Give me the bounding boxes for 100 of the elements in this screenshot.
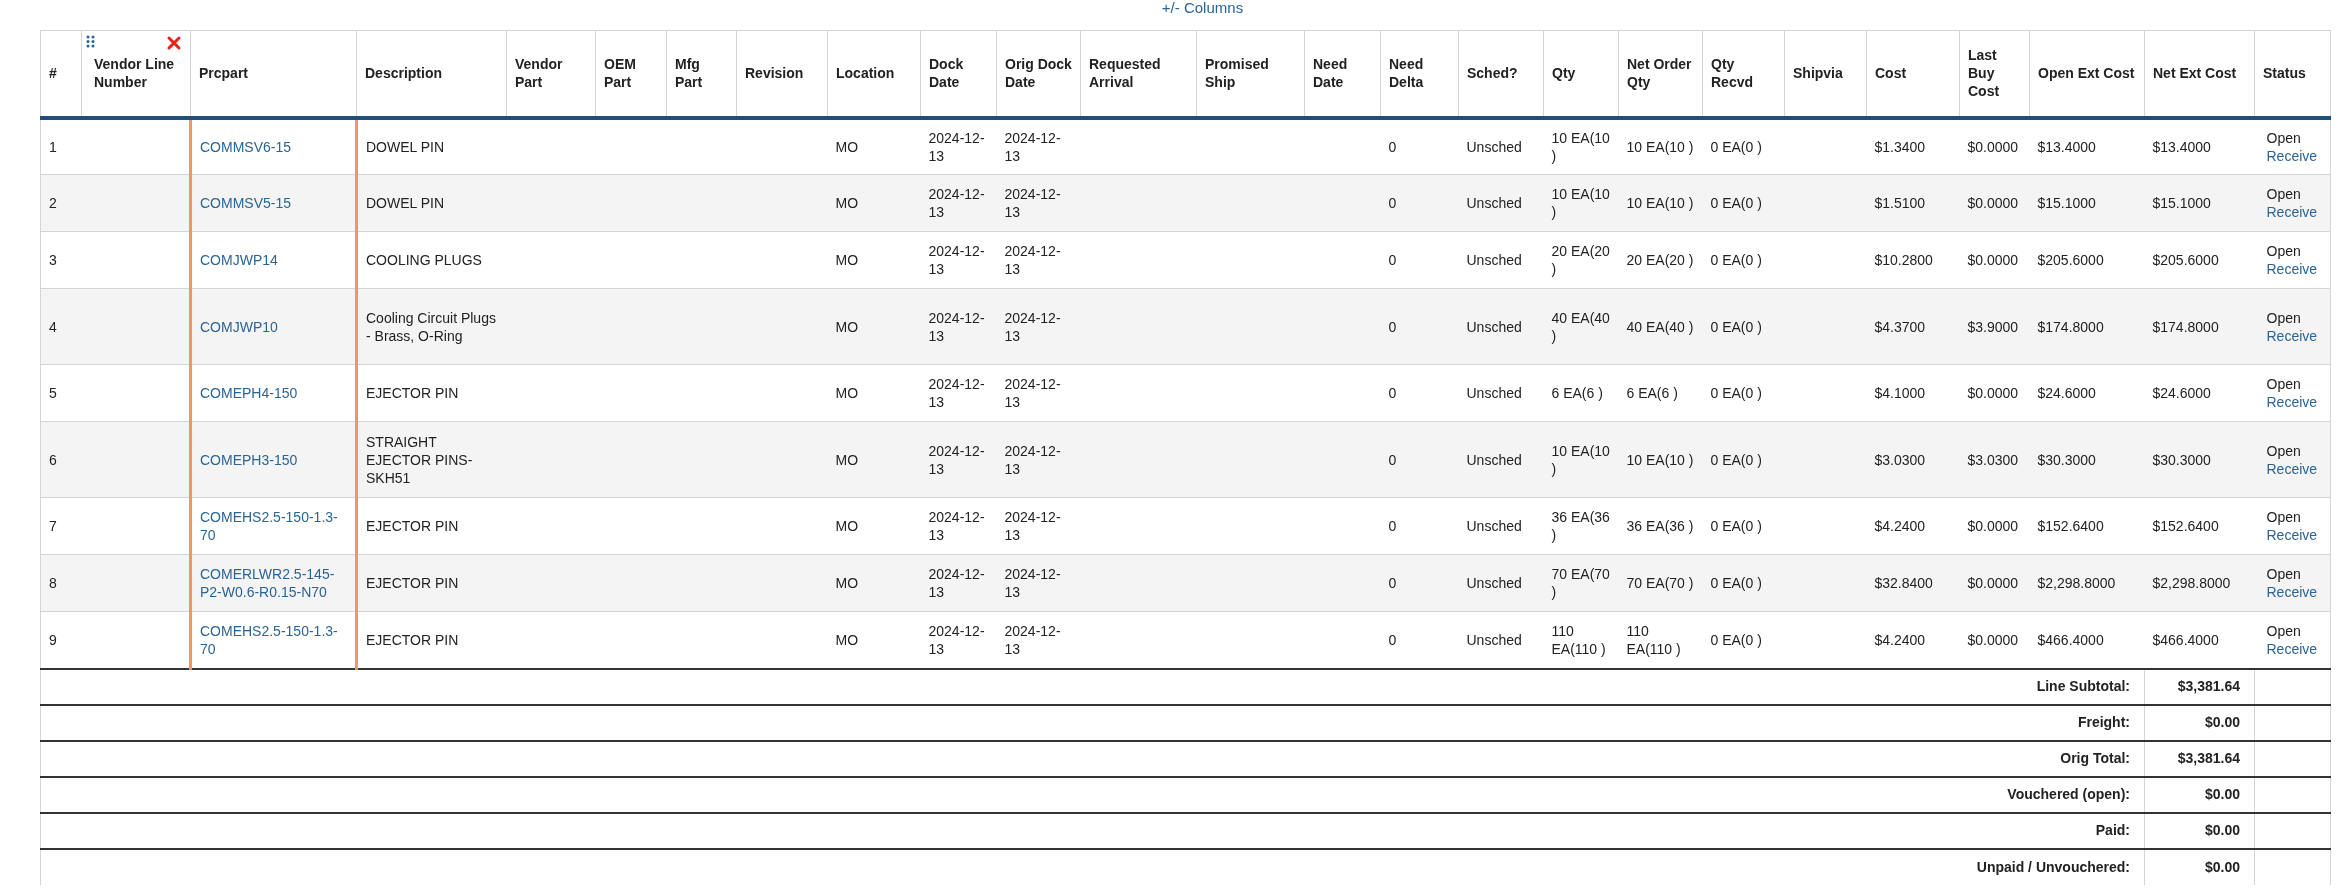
- status-text: Open: [2266, 375, 2302, 393]
- table-cell: 20 EA(20 ): [1543, 231, 1619, 289]
- table-cell: DOWEL PIN: [356, 117, 507, 175]
- table-cell: $30.3000: [2144, 421, 2255, 498]
- table-cell: $2,298.8000: [2144, 554, 2255, 612]
- receive-link[interactable]: Receive: [2266, 146, 2318, 165]
- table-cell: $24.6000: [2144, 364, 2255, 422]
- table-cell: 2024-12-13: [920, 288, 997, 365]
- table-cell: 0 EA(0 ): [1702, 611, 1785, 669]
- table-cell: MO: [827, 364, 921, 422]
- total-value: $0.00: [2144, 812, 2255, 849]
- table-cell: 4: [40, 288, 82, 365]
- table-cell: 8: [40, 554, 82, 612]
- receive-link[interactable]: Receive: [2266, 583, 2318, 601]
- table-cell: $0.0000: [1959, 554, 2030, 612]
- receive-link[interactable]: Receive: [2266, 526, 2318, 544]
- table-cell: 2024-12-13: [996, 611, 1081, 669]
- table-cell: 10 EA(10 ): [1618, 421, 1703, 498]
- status-text: Open: [2266, 308, 2302, 327]
- table-cell: $0.0000: [1959, 364, 2030, 422]
- table-cell: $0.0000: [1959, 497, 2030, 555]
- table-cell: 0: [1380, 421, 1459, 498]
- table-cell: EJECTOR PIN: [356, 611, 507, 669]
- table-cell: 0 EA(0 ): [1702, 421, 1785, 498]
- table-cell: $1.5100: [1866, 174, 1960, 232]
- table-cell: MO: [827, 611, 921, 669]
- table-cell: 0: [1380, 497, 1459, 555]
- table-cell: 36 EA(36 ): [1618, 497, 1703, 555]
- table-cell: $15.1000: [2144, 174, 2255, 232]
- table-cell: $0.0000: [1959, 231, 2030, 289]
- table-cell: Unsched: [1458, 497, 1544, 555]
- table-cell: Unsched: [1458, 174, 1544, 232]
- column-header[interactable]: #: [40, 30, 82, 118]
- table-cell: 0: [1380, 231, 1459, 289]
- total-label: Orig Total:: [40, 740, 2145, 777]
- table-cell: 6 EA(6 ): [1543, 364, 1619, 422]
- table-cell: $205.6000: [2144, 231, 2255, 289]
- table-cell: 0: [1380, 611, 1459, 669]
- table-cell: 0: [1380, 364, 1459, 422]
- table-cell: STRAIGHT EJECTOR PINS-SKH51: [356, 421, 507, 498]
- total-label: Vouchered (open):: [40, 776, 2145, 813]
- table-cell: 0 EA(0 ): [1702, 497, 1785, 555]
- table-cell: MO: [827, 554, 921, 612]
- table-cell: $4.1000: [1866, 364, 1960, 422]
- table-cell: $152.6400: [2029, 497, 2145, 555]
- table-cell: $4.3700: [1866, 288, 1960, 365]
- table-cell: $174.8000: [2029, 288, 2145, 365]
- status-text: Open: [2266, 242, 2302, 260]
- table-cell: 6: [40, 421, 82, 498]
- table-cell: Unsched: [1458, 231, 1544, 289]
- receive-link[interactable]: Receive: [2266, 260, 2318, 278]
- table-cell: $466.4000: [2144, 611, 2255, 669]
- table-cell: Unsched: [1458, 288, 1544, 365]
- table-cell: Unsched: [1458, 117, 1544, 175]
- table-cell: $0.0000: [1959, 611, 2030, 669]
- table-cell: 10 EA(10 ): [1543, 174, 1619, 232]
- table-cell: 6 EA(6 ): [1618, 364, 1703, 422]
- total-label: Unpaid / Unvouchered:: [40, 848, 2145, 885]
- status-text: Open: [2266, 565, 2302, 583]
- table-cell: $30.3000: [2029, 421, 2145, 498]
- table-cell: 0 EA(0 ): [1702, 174, 1785, 232]
- table-cell: 0: [1380, 554, 1459, 612]
- table-cell: $24.6000: [2029, 364, 2145, 422]
- table-cell: 70 EA(70 ): [1618, 554, 1703, 612]
- receive-link[interactable]: Receive: [2266, 393, 2318, 411]
- table-cell: 5: [40, 364, 82, 422]
- receive-link[interactable]: Receive: [2266, 203, 2318, 221]
- table-cell: $3.0300: [1866, 421, 1960, 498]
- table-cell: MO: [827, 421, 921, 498]
- receive-link[interactable]: Receive: [2266, 326, 2318, 345]
- table-cell: 2024-12-13: [920, 611, 997, 669]
- table-cell: MO: [827, 288, 921, 365]
- table-cell: $15.1000: [2029, 174, 2145, 232]
- status-text: Open: [2266, 441, 2302, 460]
- total-value: $0.00: [2144, 704, 2255, 741]
- table-cell: 40 EA(40 ): [1543, 288, 1619, 365]
- total-label: Paid:: [40, 812, 2145, 849]
- table-cell: $4.2400: [1866, 497, 1960, 555]
- table-cell: 2024-12-13: [920, 364, 997, 422]
- total-label: Line Subtotal:: [40, 668, 2145, 705]
- table-cell: 2024-12-13: [920, 554, 997, 612]
- table-cell: 2024-12-13: [920, 117, 997, 175]
- status-text: Open: [2266, 621, 2302, 640]
- close-icon[interactable]: [166, 35, 182, 51]
- table-cell: 70 EA(70 ): [1543, 554, 1619, 612]
- table-cell: 2024-12-13: [996, 554, 1081, 612]
- receive-link[interactable]: Receive: [2266, 459, 2318, 478]
- receive-link[interactable]: Receive: [2266, 639, 2318, 658]
- table-cell: 110 EA(110 ): [1618, 611, 1703, 669]
- table-cell: 0: [1380, 288, 1459, 365]
- table-cell: Unsched: [1458, 554, 1544, 612]
- table-cell: Unsched: [1458, 364, 1544, 422]
- table-cell: 2024-12-13: [996, 497, 1081, 555]
- table-cell: $152.6400: [2144, 497, 2255, 555]
- columns-toggle-link[interactable]: +/- Columns: [1161, 0, 1244, 16]
- table-cell: 110 EA(110 ): [1543, 611, 1619, 669]
- drag-handle-icon[interactable]: [86, 35, 95, 48]
- table-cell: 2024-12-13: [996, 174, 1081, 232]
- total-value: $3,381.64: [2144, 740, 2255, 777]
- table-cell: EJECTOR PIN: [356, 364, 507, 422]
